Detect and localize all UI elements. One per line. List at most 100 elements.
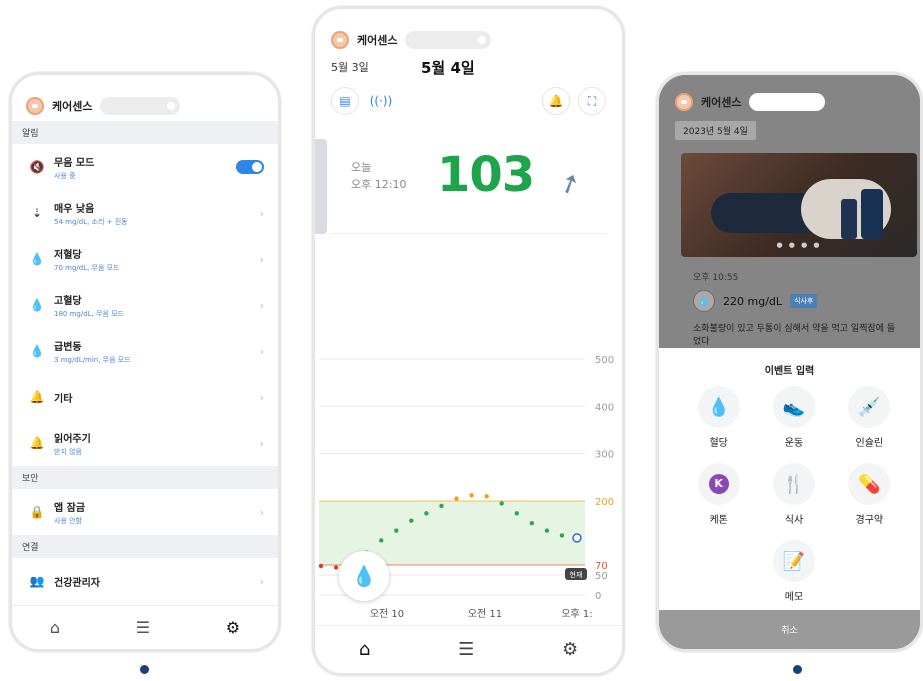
app-header: 케어센스 <box>659 75 920 115</box>
event-label: 경구약 <box>855 515 884 526</box>
tab-bar: ⌂ ☰ ⚙ <box>315 625 622 673</box>
home-icon[interactable]: ⌂ <box>359 639 370 660</box>
row-hypo[interactable]: 💧 저혈당 70 mg/dL, 무음 모드 › <box>12 236 278 282</box>
ketone-icon: K <box>697 463 740 505</box>
x-tick-label: 오전 11 <box>468 608 502 620</box>
event-label: 운동 <box>784 438 804 449</box>
signal-icon[interactable]: ((·)) <box>367 87 395 115</box>
row-read-aloud[interactable]: 🔔 읽어주기 받지 않음 › <box>12 420 278 466</box>
event-ketone[interactable]: K 케톤 <box>681 463 756 526</box>
brand-logo-icon <box>331 31 349 49</box>
event-meal[interactable]: 🍴 식사 <box>756 463 831 526</box>
x-tick-label: 오후 1: <box>561 608 592 620</box>
event-insulin[interactable]: 💉 인슐린 <box>832 386 907 449</box>
row-health-manager[interactable]: 👥 건강관리자 › <box>12 558 278 604</box>
y-tick-label: 400 <box>595 402 614 413</box>
data-point <box>454 496 459 501</box>
current-date: 5월 4일 <box>421 58 475 77</box>
shoe-icon: 👟 <box>772 386 815 428</box>
row-title: 기타 <box>54 393 73 405</box>
event-oral-medication[interactable]: 💊 경구약 <box>832 463 907 526</box>
data-point <box>499 501 504 506</box>
home-icon[interactable]: ⌂ <box>50 618 60 637</box>
list-icon[interactable]: ☰ <box>136 618 150 637</box>
chevron-right-icon: › <box>259 574 264 588</box>
syringe-icon: 💉 <box>848 386 891 428</box>
event-input-sheet: 이벤트 입력 💧 혈당 👟 운동 💉 인슐린 K 케톤 🍴 식사 💊 경구약 📝 메모 <box>659 348 920 616</box>
chevron-right-icon: › <box>259 206 264 220</box>
data-point <box>469 493 474 498</box>
log-time: 오후 10:55 <box>693 273 739 283</box>
data-point <box>529 520 535 526</box>
add-event-drop-button[interactable]: 💧 <box>339 551 389 601</box>
report-icon[interactable]: ▤ <box>331 87 359 115</box>
row-app-lock[interactable]: 🔒 앱 잠금사용 안함 › <box>12 489 278 535</box>
event-phone: 케어센스 2023년 5월 4일 ● ● ● ● 오후 10:55 💧 220 … <box>656 72 923 652</box>
silent-mode-toggle[interactable] <box>236 160 264 174</box>
row-subtitle: 사용 안함 <box>54 516 82 525</box>
previous-date[interactable]: 5월 3일 <box>331 59 421 75</box>
row-rapid-change[interactable]: 💧 급변동 3 mg/dL/min, 무음 모드 › <box>12 328 278 374</box>
toolbar: ▤ ((·)) 🔔 ⛶ <box>315 81 622 121</box>
chevron-right-icon: › <box>259 505 264 519</box>
side-handle[interactable] <box>315 139 327 234</box>
brand-logo-icon <box>675 93 693 111</box>
brand-logo-icon <box>26 97 44 115</box>
log-date: 2023년 5월 4일 <box>675 121 756 140</box>
event-exercise[interactable]: 👟 운동 <box>756 386 831 449</box>
data-point <box>439 503 444 509</box>
blood-drop-icon: 💧 <box>693 290 715 312</box>
header-pill <box>100 97 181 115</box>
event-label: 메모 <box>784 592 804 603</box>
drop-low-icon: 💧 <box>29 252 45 266</box>
brand-name: 케어센스 <box>52 100 93 113</box>
app-header: 케어센스 <box>315 9 622 53</box>
row-hyper[interactable]: 💧 고혈당 180 mg/dL, 무음 모드 › <box>12 282 278 328</box>
tab-bar: ⌂ ☰ ⚙ <box>12 605 278 649</box>
fullscreen-icon[interactable]: ⛶ <box>578 87 606 115</box>
stage: 케어센스 알림 🔇 무음 모드 사용 중 ⇣ 매우 낮음 54 mg/dL, 소리 … <box>0 0 923 681</box>
event-memo[interactable]: 📝 메모 <box>756 540 831 603</box>
main-phone: 케어센스 5월 3일 5월 4일 ▤ ((·)) 🔔 ⛶ 오늘 오후 12:10 … <box>312 6 625 676</box>
y-tick-label: 500 <box>595 355 614 366</box>
row-other[interactable]: 🔔 기타 › <box>12 374 278 420</box>
row-title: 건강관리자 <box>54 577 100 589</box>
event-label: 혈당 <box>709 438 728 449</box>
lock-icon: 🔒 <box>29 505 45 519</box>
data-point <box>394 528 399 533</box>
event-label: 인슐린 <box>855 438 884 449</box>
settings-phone: 케어센스 알림 🔇 무음 모드 사용 중 ⇣ 매우 낮음 54 mg/dL, 소리 … <box>9 72 281 652</box>
cancel-button[interactable]: 취소 <box>659 610 920 649</box>
fork-knife-icon: 🍴 <box>772 463 815 505</box>
bell-wave-icon: 🔔 <box>29 390 45 404</box>
sheet-title: 이벤트 입력 <box>764 366 815 377</box>
pill-icon: 💊 <box>848 463 891 505</box>
y-tick-label: 50 <box>595 571 608 582</box>
row-title: 읽어주기 <box>54 433 91 445</box>
page-indicator-dot <box>140 665 149 674</box>
bell-icon[interactable]: 🔔 <box>542 87 570 115</box>
brand-name: 케어센스 <box>701 96 742 109</box>
row-title: 급변동 <box>54 341 82 353</box>
row-silent-mode[interactable]: 🔇 무음 모드 사용 중 <box>12 144 278 190</box>
row-title: 고혈당 <box>54 295 82 307</box>
app-header: 케어센스 <box>12 75 278 121</box>
row-title: 앱 잠금 <box>54 502 86 514</box>
y-tick-label: 200 <box>595 497 614 508</box>
list-icon[interactable]: ☰ <box>458 639 474 660</box>
gear-icon[interactable]: ⚙ <box>226 618 240 637</box>
arrows-down-icon: ⇣ <box>31 206 43 220</box>
row-very-low[interactable]: ⇣ 매우 낮음 54 mg/dL, 소리 + 진동 › <box>12 190 278 236</box>
event-label: 식사 <box>784 515 804 526</box>
chevron-right-icon: › <box>259 436 264 450</box>
x-tick-label: 오전 10 <box>370 608 404 620</box>
header-pill <box>749 93 826 111</box>
event-photo[interactable]: ● ● ● ● <box>681 153 917 257</box>
meal-tag: 식사후 <box>790 294 818 308</box>
event-blood-glucose[interactable]: 💧 혈당 <box>681 386 756 449</box>
gear-icon[interactable]: ⚙ <box>562 639 578 660</box>
glucose-value: 220 mg/dL <box>723 294 783 308</box>
data-point <box>333 565 339 570</box>
now-badge: 현재 <box>570 571 583 579</box>
row-subtitle: 3 mg/dL/min, 무음 모드 <box>54 355 131 364</box>
